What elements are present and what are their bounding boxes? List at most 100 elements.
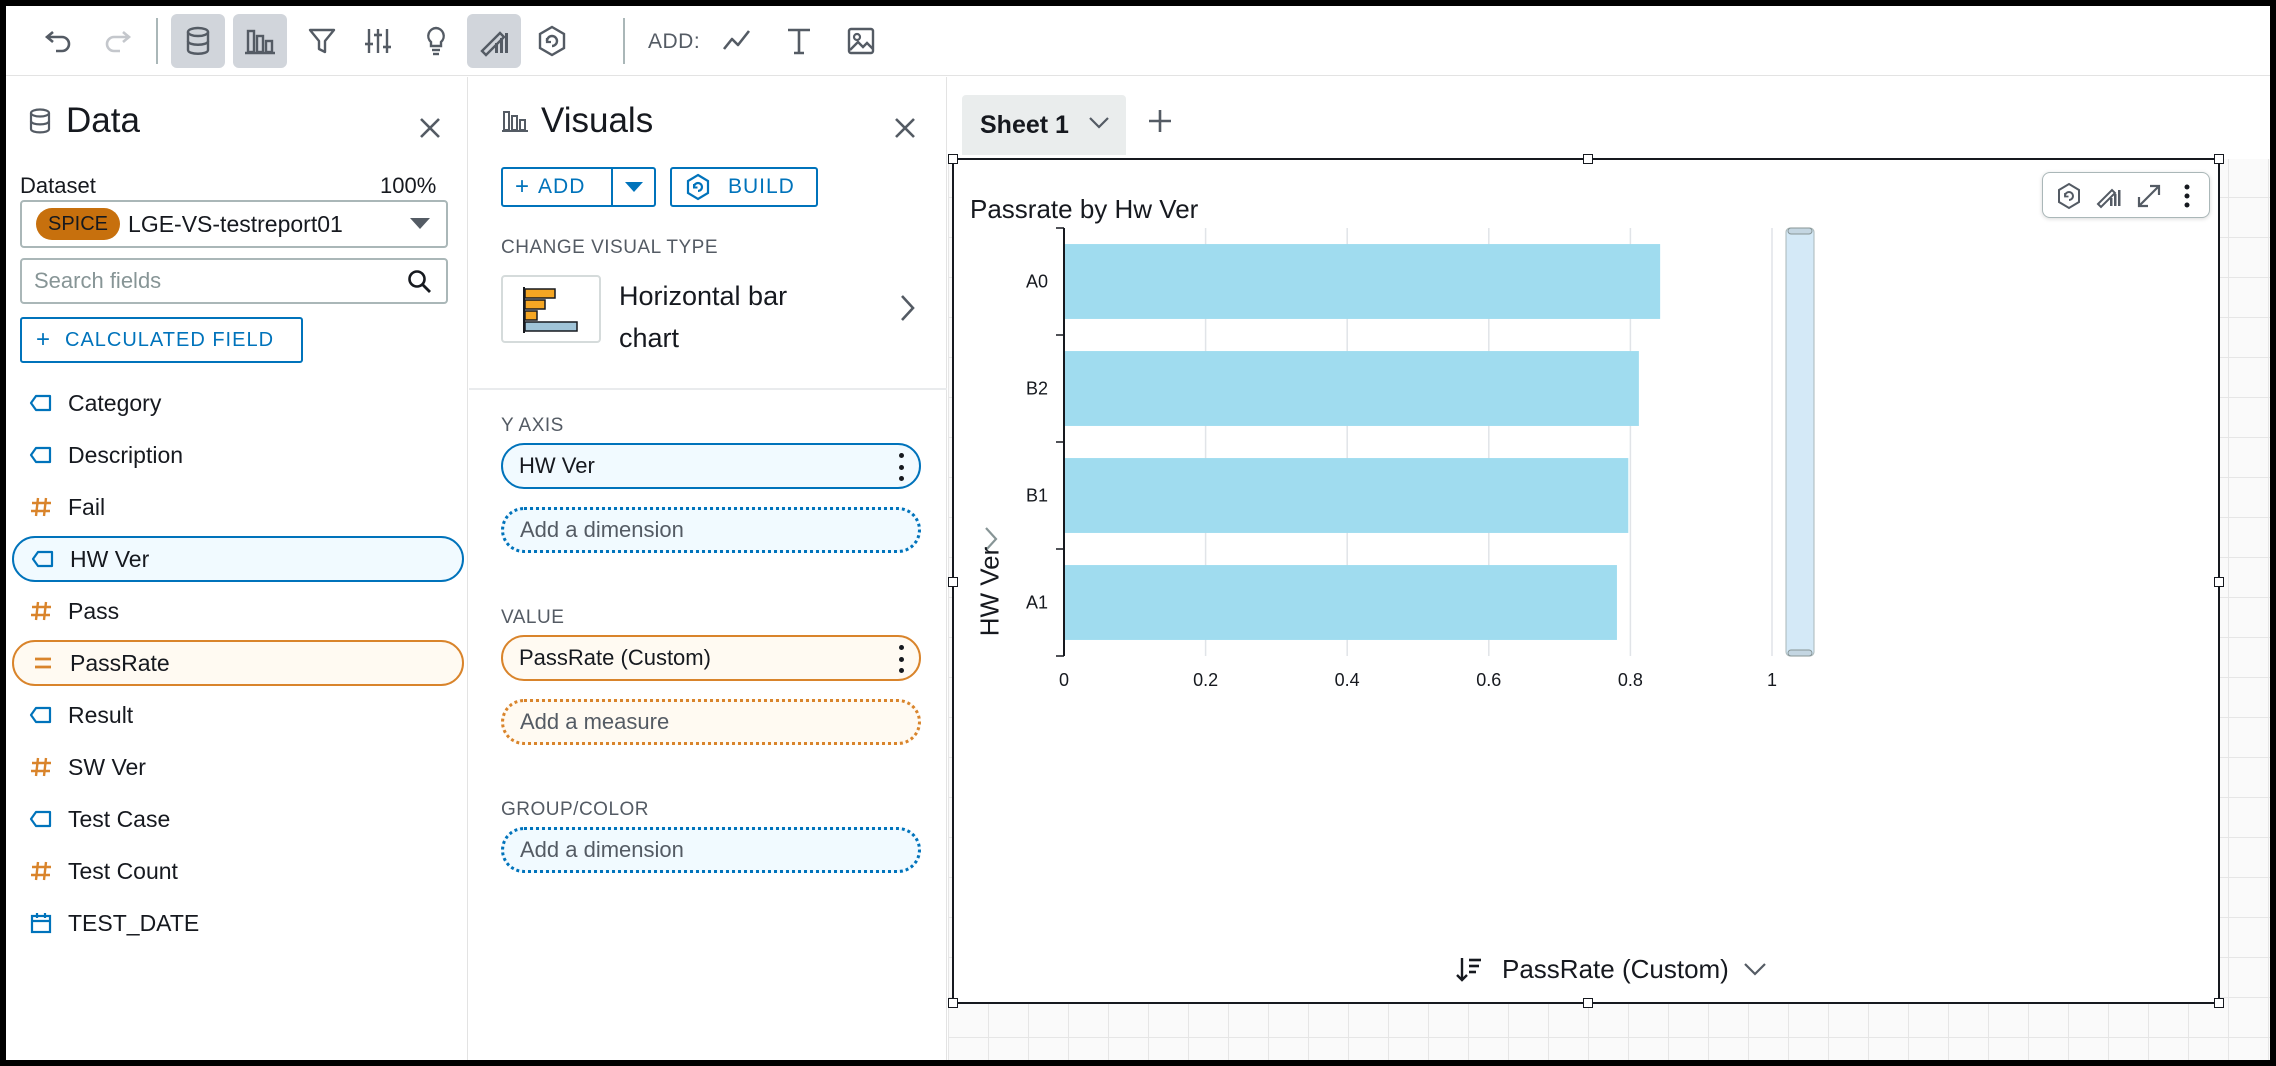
x-tick-label: 0 <box>1059 670 1069 690</box>
add-visual-main-button[interactable]: + ADD <box>503 169 613 205</box>
x-axis-title: PassRate (Custom) <box>1502 953 1729 984</box>
field-item[interactable]: TEST_DATE <box>6 897 468 949</box>
data-panel: Data Dataset 100% SPICE LGE-VS-testrepor… <box>6 77 468 1060</box>
dimension-icon <box>28 390 54 416</box>
visual-type-name: Horizontal bar chart <box>619 281 788 353</box>
field-item[interactable]: Pass <box>6 585 468 637</box>
dimension-icon <box>28 702 54 728</box>
app-window: ADD: Data Dataset 100% SPICE LGE-VS-test… <box>6 6 2270 1060</box>
parameters-icon[interactable] <box>351 14 405 68</box>
y-axis-title[interactable]: HW Ver <box>975 532 1006 652</box>
y-axis-add-text: Add a dimension <box>520 517 684 542</box>
build-button[interactable]: BUILD <box>670 167 818 207</box>
field-item[interactable]: Test Count <box>6 845 468 897</box>
close-visuals-panel-icon[interactable] <box>887 110 923 146</box>
sheet-tab-label: Sheet 1 <box>980 110 1069 139</box>
field-list: Category Description Fail HW Ver Pass PassRat… <box>6 377 468 949</box>
search-fields-input[interactable] <box>34 266 394 296</box>
field-label: HW Ver <box>70 545 150 572</box>
toolbar: ADD: <box>6 6 2270 76</box>
group-color-add-text: Add a dimension <box>520 837 684 862</box>
field-item[interactable]: Test Case <box>6 793 468 845</box>
redo-icon[interactable] <box>92 14 146 68</box>
field-item[interactable]: Description <box>6 429 468 481</box>
visuals-icon[interactable] <box>233 14 287 68</box>
group-color-add-dimension[interactable]: Add a dimension <box>501 827 921 873</box>
bar[interactable] <box>1064 351 1639 426</box>
add-visual-dropdown[interactable] <box>613 182 654 192</box>
value-add-measure[interactable]: Add a measure <box>501 699 921 745</box>
dataset-name: LGE-VS-testreport01 <box>128 210 343 237</box>
tab-sheet-1[interactable]: Sheet 1 <box>962 95 1126 155</box>
y-axis-field-name: HW Ver <box>519 453 595 478</box>
dimension-icon <box>28 442 54 468</box>
filter-icon[interactable] <box>295 14 349 68</box>
add-label: ADD: <box>648 30 701 53</box>
more-options-icon[interactable] <box>897 645 905 673</box>
search-icon <box>408 270 431 293</box>
dimension-icon <box>28 806 54 832</box>
caret-down-icon <box>410 218 430 229</box>
add-text-icon[interactable] <box>772 14 826 68</box>
more-options-icon[interactable] <box>897 453 905 481</box>
scrollbar-handle-bottom <box>1787 649 1813 657</box>
field-label: SW Ver <box>68 753 146 780</box>
y-axis-field-well[interactable]: HW Ver <box>501 443 921 489</box>
add-sheet-icon[interactable] <box>1142 103 1178 139</box>
visual-type-selector[interactable]: Horizontal bar chart <box>501 267 921 357</box>
bar[interactable] <box>1064 244 1661 319</box>
field-item[interactable]: Result <box>6 689 468 741</box>
format-visual-icon[interactable] <box>467 14 521 68</box>
y-tick-label: B2 <box>1026 379 1048 399</box>
data-icon[interactable] <box>171 14 225 68</box>
search-fields-box <box>20 258 448 304</box>
value-field-name: PassRate (Custom) <box>519 645 711 670</box>
visual-card[interactable]: Passrate by Hw Ver 0 0.2 0.4 0.6 0.8 1 A0 B2 B1 A… <box>948 154 2224 1008</box>
toolbar-divider <box>156 18 158 64</box>
field-label: Pass <box>68 597 120 624</box>
field-item[interactable]: SW Ver <box>6 741 468 793</box>
add-image-icon[interactable] <box>834 14 888 68</box>
dataset-select[interactable]: SPICE LGE-VS-testreport01 <box>20 200 448 248</box>
field-label: Test Count <box>68 857 178 884</box>
y-tick-label: A1 <box>1026 593 1048 613</box>
bar-chart: 0 0.2 0.4 0.6 0.8 1 A0 B2 B1 A1 <box>1026 227 1815 690</box>
chart-scrollbar[interactable] <box>1785 227 1815 657</box>
undo-icon[interactable] <box>30 14 84 68</box>
chevron-down-icon[interactable] <box>1088 115 1110 131</box>
calculated-field-label: CALCULATED FIELD <box>65 328 275 351</box>
plus-icon: + <box>36 326 52 353</box>
field-item[interactable]: Category <box>6 377 468 429</box>
field-label: Category <box>68 389 162 416</box>
chevron-down-icon[interactable] <box>1743 961 1767 977</box>
build-icon <box>686 173 710 201</box>
sort-descending-icon[interactable] <box>1454 954 1484 984</box>
x-tick-label: 0.6 <box>1476 670 1501 690</box>
field-item[interactable]: Fail <box>6 481 468 533</box>
field-item[interactable]: HW Ver <box>12 536 464 582</box>
build-label: BUILD <box>728 175 795 198</box>
y-tick-label: B1 <box>1026 486 1048 506</box>
y-axis-add-dimension[interactable]: Add a dimension <box>501 507 921 553</box>
calculated-field-button[interactable]: + CALCULATED FIELD <box>20 317 303 363</box>
chevron-right-icon <box>901 295 915 321</box>
measure-icon <box>28 598 54 624</box>
bar[interactable] <box>1064 565 1617 640</box>
x-axis-title-row[interactable]: PassRate (Custom) <box>1454 952 1767 986</box>
build-visual-icon[interactable] <box>525 14 579 68</box>
insights-icon[interactable] <box>409 14 463 68</box>
close-data-panel-icon[interactable] <box>412 110 448 146</box>
bar[interactable] <box>1064 458 1629 533</box>
dimension-icon <box>30 546 56 572</box>
sheet-tab-bar: Sheet 1 <box>948 77 2270 159</box>
x-tick-label: 0.4 <box>1335 670 1360 690</box>
horizontal-bar-chart-icon <box>501 275 601 343</box>
y-axis-title-wrap: HW Ver <box>970 547 1010 637</box>
visuals-panel-title: Visuals <box>501 101 653 141</box>
change-visual-type-label: CHANGE VISUAL TYPE <box>501 237 719 258</box>
add-visual-icon[interactable] <box>710 14 764 68</box>
scrollbar-handle-top <box>1787 227 1813 235</box>
field-item[interactable]: PassRate <box>12 640 464 686</box>
value-field-well[interactable]: PassRate (Custom) <box>501 635 921 681</box>
value-add-text: Add a measure <box>520 709 670 734</box>
